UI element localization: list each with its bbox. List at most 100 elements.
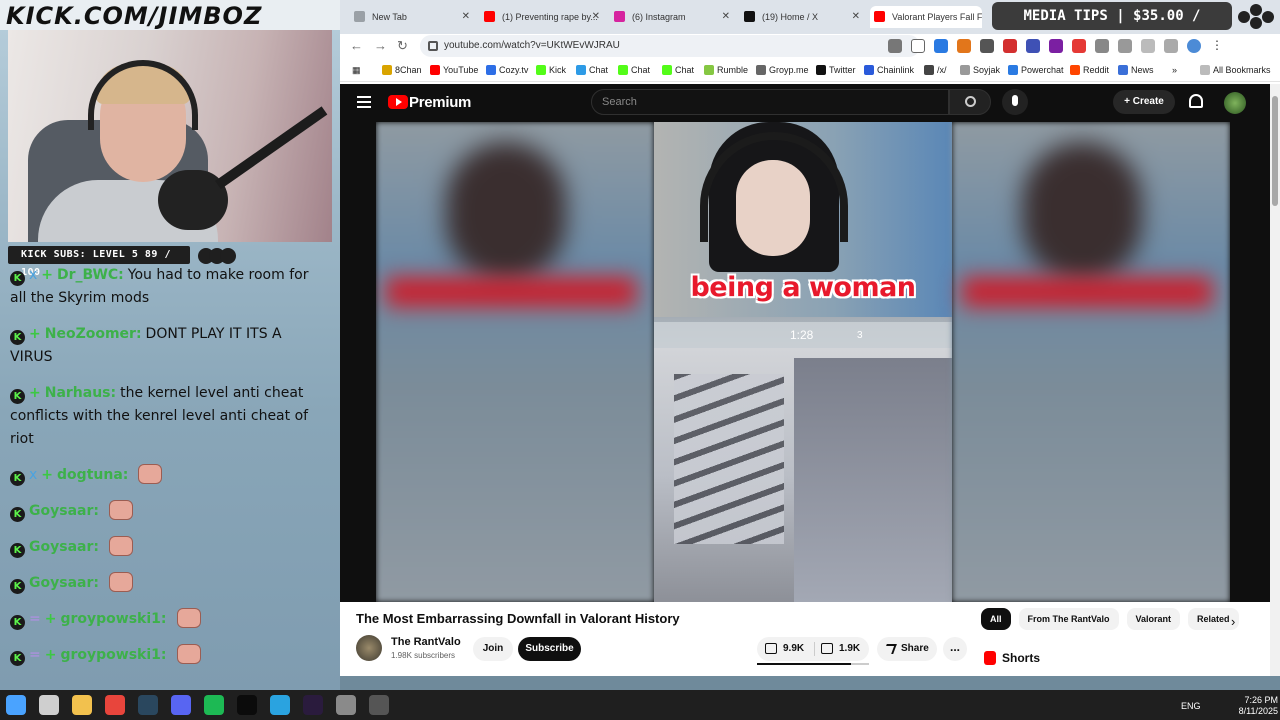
bookmark-item[interactable]: Groyp.me — [756, 63, 809, 77]
all-bookmarks[interactable]: All Bookmarks — [1200, 63, 1271, 77]
chat-username[interactable]: Dr_BWC: — [57, 267, 124, 283]
tier-badge-icon: = — [29, 647, 41, 663]
profile-icon[interactable] — [1187, 39, 1201, 53]
youtube-logo-icon[interactable] — [388, 95, 408, 109]
menu-icon[interactable]: ⋮ — [1210, 39, 1224, 53]
spotify-icon[interactable] — [204, 695, 224, 715]
chat-username[interactable]: Goysaar: — [29, 503, 99, 519]
bookmark-item[interactable]: Powerchat — [1008, 63, 1064, 77]
video-player[interactable]: being a woman 1:28 3 — [376, 122, 1230, 602]
close-tab-icon[interactable]: ✕ — [852, 6, 860, 28]
create-button[interactable]: + Create — [1113, 90, 1175, 114]
extensions-puzzle-icon[interactable] — [1118, 39, 1132, 53]
chip-from-the-rantvalo[interactable]: From The RantValo — [1018, 608, 1119, 630]
bookmark-item[interactable]: Chat — [576, 63, 608, 77]
clock[interactable]: 7:26 PM 8/11/2025 — [1222, 695, 1278, 717]
bookmark-item[interactable]: Kick — [536, 63, 566, 77]
bookmark-item[interactable]: Rumble — [704, 63, 748, 77]
file-explorer-icon[interactable] — [72, 695, 92, 715]
task-view-icon[interactable] — [39, 695, 59, 715]
close-tab-icon[interactable]: ✕ — [722, 6, 730, 28]
terminal-icon[interactable] — [237, 695, 257, 715]
metamask-icon[interactable] — [957, 39, 971, 53]
bookmark-item[interactable]: Soyjak — [960, 63, 1000, 77]
extension-icon[interactable] — [934, 39, 948, 53]
bookmark-item[interactable]: Cozy.tv — [486, 63, 528, 77]
dislike-button[interactable]: 1.9K — [821, 637, 860, 661]
side-panel-icon[interactable] — [1141, 39, 1155, 53]
extension-icon[interactable] — [980, 39, 994, 53]
install-icon[interactable] — [888, 39, 902, 53]
channel-name[interactable]: The RantValo — [391, 636, 461, 648]
tab-preventing[interactable]: (1) Preventing rape by... ✕ — [480, 6, 602, 28]
search-input[interactable]: Search — [591, 89, 949, 115]
bookmark-item[interactable]: YouTube — [430, 63, 478, 77]
chat-username[interactable]: Goysaar: — [29, 539, 99, 555]
youtube-brand[interactable]: Premium — [409, 94, 471, 111]
bookmark-item[interactable]: Chainlink — [864, 63, 914, 77]
bookmark-item[interactable]: Reddit — [1070, 63, 1109, 77]
extension-icon[interactable] — [1026, 39, 1040, 53]
bookmark-item[interactable]: Chat — [618, 63, 650, 77]
recycle-icon[interactable] — [336, 695, 356, 715]
back-icon[interactable]: ← — [350, 38, 363, 53]
extension-icon[interactable] — [1049, 39, 1063, 53]
bookmark-favicon-icon — [960, 65, 970, 75]
close-tab-icon[interactable]: ✕ — [592, 6, 600, 28]
forward-icon[interactable]: → — [374, 38, 387, 53]
tab-x-home[interactable]: (19) Home / X ✕ — [740, 6, 862, 28]
windows-icon[interactable] — [6, 695, 26, 715]
sub-badge-icon: + — [41, 267, 54, 283]
chat-username[interactable]: dogtuna: — [57, 467, 128, 483]
join-button[interactable]: Join — [473, 637, 513, 661]
chips-next-icon[interactable]: › — [1231, 614, 1235, 629]
bookmark-star-icon[interactable] — [911, 39, 925, 53]
telegram-icon[interactable] — [270, 695, 290, 715]
reload-icon[interactable]: ↻ — [397, 38, 408, 54]
chat-username[interactable]: NeoZoomer: — [45, 326, 142, 342]
adobe-icon[interactable] — [303, 695, 323, 715]
more-actions-button[interactable]: ... — [943, 637, 967, 661]
voice-search-icon[interactable] — [1002, 89, 1028, 115]
language-indicator[interactable]: ENG — [1181, 701, 1201, 711]
search-button[interactable] — [949, 89, 991, 115]
channel-avatar[interactable] — [356, 635, 382, 661]
apps-grid-icon[interactable]: ▦ — [352, 63, 361, 77]
chip-valorant[interactable]: Valorant — [1126, 608, 1181, 630]
tab-valorant-active[interactable]: Valorant Players Fall Fo... — [870, 6, 982, 28]
close-tab-icon[interactable]: ✕ — [462, 6, 470, 28]
url-bar[interactable]: youtube.com/watch?v=UKtWEvWJRAU — [420, 35, 920, 57]
reading-list-icon[interactable] — [1164, 39, 1178, 53]
subscribe-button[interactable]: Subscribe — [518, 637, 581, 661]
bookmark-item[interactable]: Twitter — [816, 63, 856, 77]
bookmark-item[interactable]: /x/ — [924, 63, 947, 77]
share-button[interactable]: Share — [877, 637, 937, 661]
extension-icon[interactable] — [1072, 39, 1086, 53]
app-icon[interactable] — [369, 695, 389, 715]
chrome-icon[interactable] — [105, 695, 125, 715]
scrollbar-thumb[interactable] — [1272, 96, 1278, 206]
chat-username[interactable]: Narhaus: — [45, 385, 116, 401]
chat-username[interactable]: groypowski1: — [60, 647, 166, 663]
tab-instagram[interactable]: (6) Instagram ✕ — [610, 6, 732, 28]
extension-icon[interactable] — [1095, 39, 1109, 53]
channel-subscribers: 1.98K subscribers — [391, 651, 456, 660]
bookmark-item[interactable]: » — [1172, 63, 1177, 77]
user-avatar[interactable] — [1224, 92, 1246, 114]
chip-all[interactable]: All — [981, 608, 1011, 630]
like-button[interactable]: 9.9K — [765, 637, 804, 661]
discord-icon[interactable] — [171, 695, 191, 715]
bookmark-item[interactable]: News — [1118, 63, 1154, 77]
page-scrollbar[interactable] — [1270, 84, 1280, 676]
chat-username[interactable]: Goysaar: — [29, 575, 99, 591]
site-info-icon[interactable] — [428, 41, 438, 51]
steam-icon[interactable] — [138, 695, 158, 715]
bookmark-item[interactable]: 8Chan — [382, 63, 422, 77]
notifications-bell-icon[interactable] — [1189, 94, 1203, 108]
tab-new-tab[interactable]: New Tab ✕ — [350, 6, 472, 28]
extension-icon[interactable] — [1003, 39, 1017, 53]
bookmark-item[interactable]: Chat — [662, 63, 694, 77]
bookmark-favicon-icon — [576, 65, 586, 75]
menu-hamburger-icon[interactable] — [357, 96, 371, 108]
chat-username[interactable]: groypowski1: — [60, 611, 166, 627]
